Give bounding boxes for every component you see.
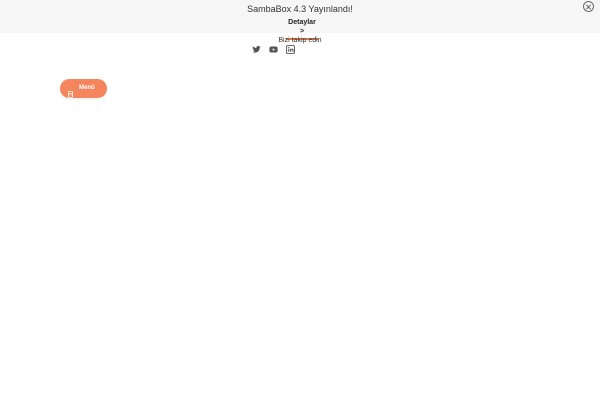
youtube-icon[interactable] bbox=[269, 45, 279, 55]
menu-icon bbox=[68, 85, 73, 98]
announcement-title: SambaBox 4.3 Yayınlandı! bbox=[247, 4, 353, 14]
follow-us-label: Bizi takip edin bbox=[278, 37, 322, 44]
twitter-icon[interactable] bbox=[252, 45, 262, 55]
close-icon[interactable] bbox=[583, 1, 594, 12]
menu-button-label: Menü bbox=[79, 85, 95, 91]
menu-button[interactable]: Menü bbox=[60, 79, 107, 98]
page: SambaBox 4.3 Yayınlandı! Detaylar > Bizi… bbox=[0, 0, 600, 400]
linkedin-icon[interactable] bbox=[286, 45, 296, 55]
announcement-bar: SambaBox 4.3 Yayınlandı! Detaylar > bbox=[0, 0, 600, 40]
